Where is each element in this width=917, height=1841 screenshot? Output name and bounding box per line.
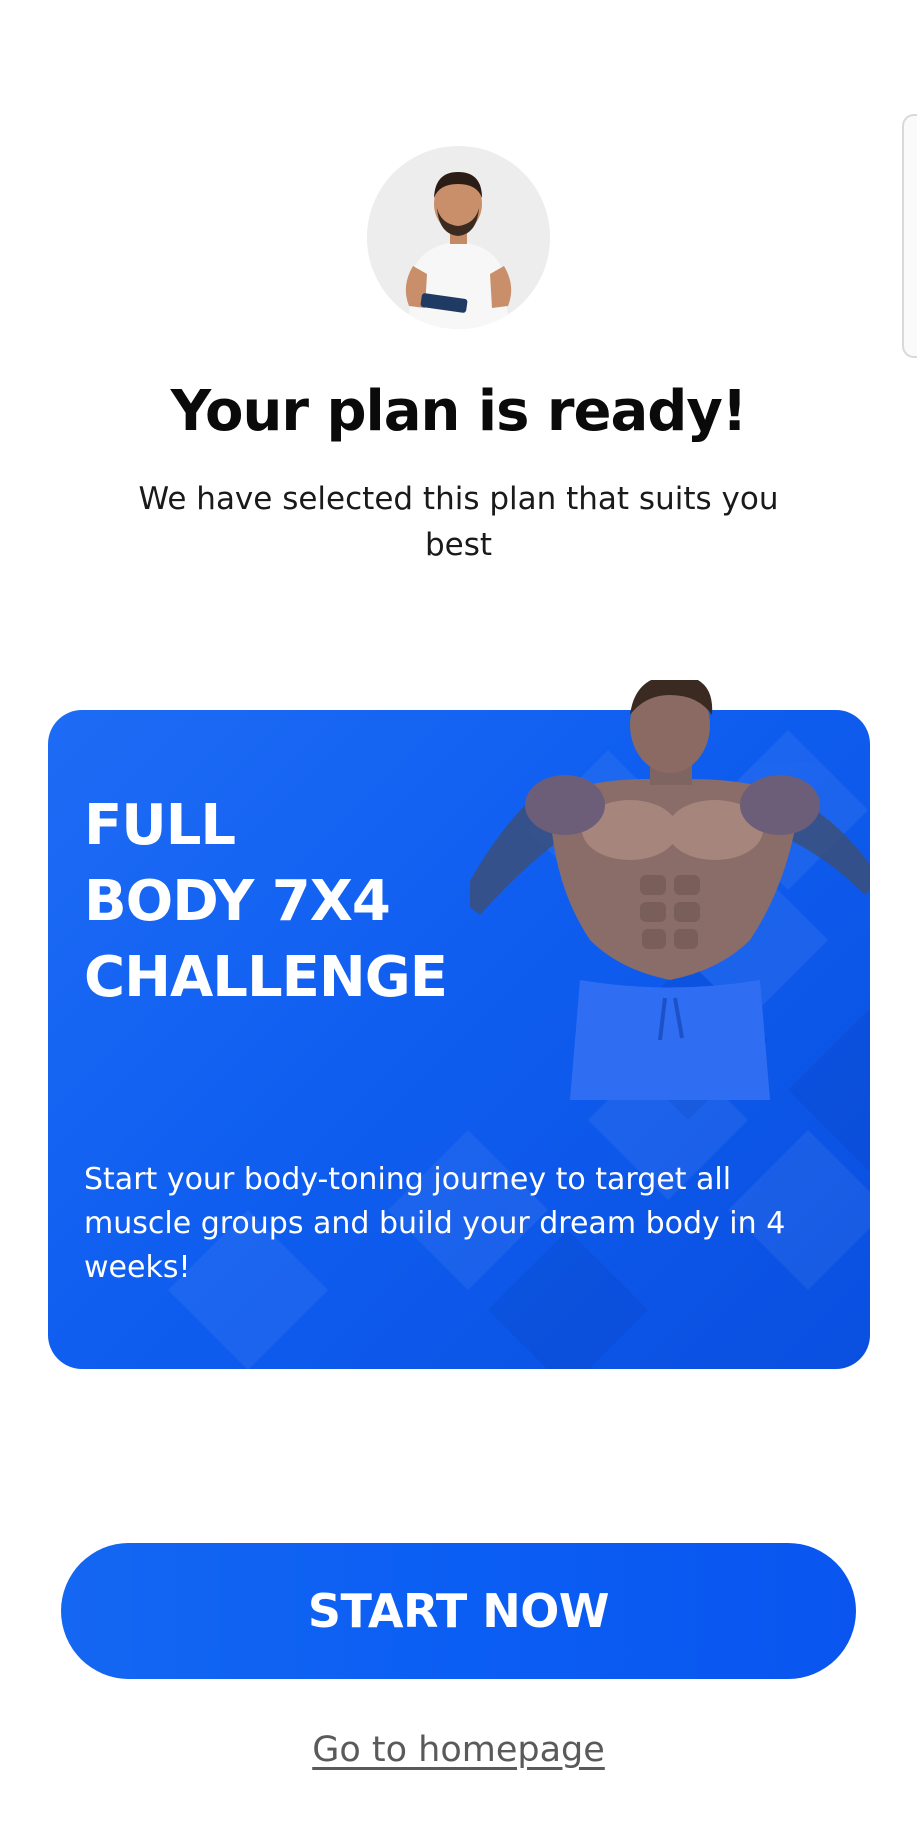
plan-title: FULL BODY 7X4 CHALLENGE [84, 788, 564, 1016]
page-title: Your plan is ready! [170, 379, 748, 444]
scroll-indicator[interactable] [902, 114, 917, 358]
plan-description: Start your body-toning journey to target… [84, 1162, 786, 1285]
start-now-button[interactable]: START NOW [61, 1543, 856, 1679]
page-subtitle: We have selected this plan that suits yo… [138, 481, 779, 563]
plan-title-line-3: CHALLENGE [84, 945, 448, 1010]
plan-title-line-2: BODY 7X4 [84, 869, 391, 934]
trainer-avatar [367, 146, 550, 329]
plan-title-line-1: FULL [84, 793, 236, 858]
go-to-homepage-link[interactable]: Go to homepage [0, 1730, 917, 1770]
